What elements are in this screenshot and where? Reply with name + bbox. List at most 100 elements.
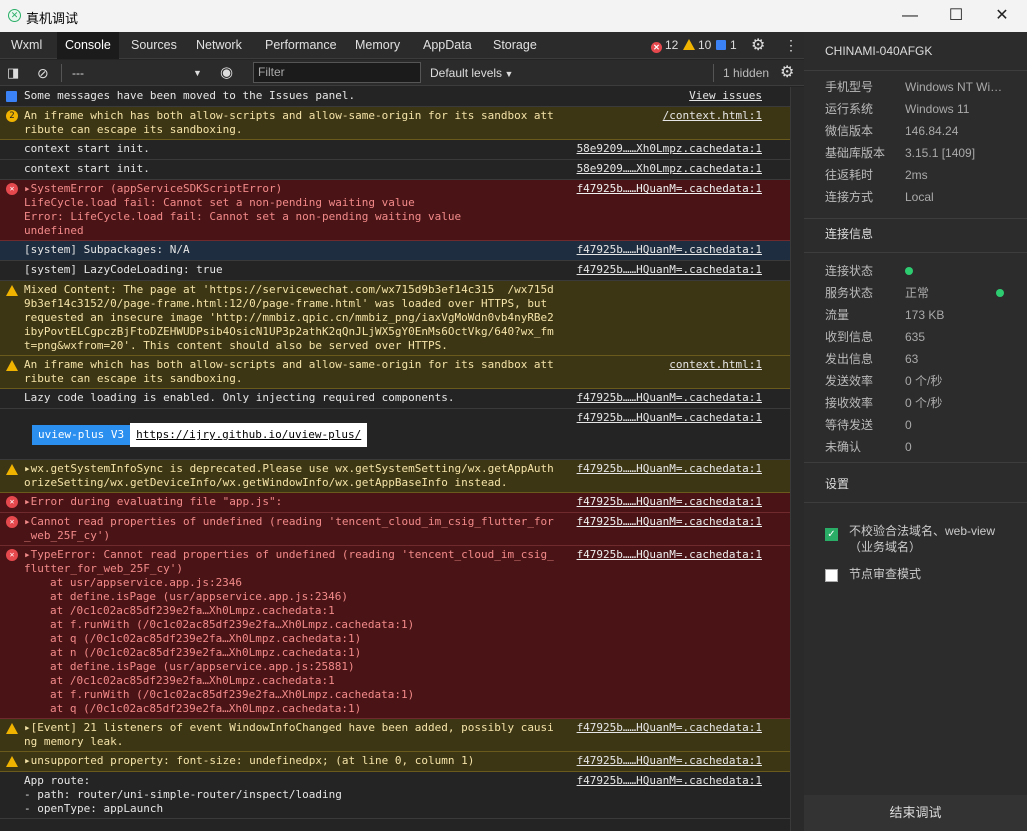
console-message[interactable]: An iframe which has both allow-scripts a… bbox=[0, 356, 790, 389]
message-text: An iframe which has both allow-scripts a… bbox=[24, 358, 554, 385]
console-message[interactable]: uview-plus V3 https://ijry.github.io/uvie… bbox=[0, 409, 790, 460]
console-message[interactable]: Some messages have been moved to the Iss… bbox=[0, 87, 790, 107]
console-message[interactable]: ✕ ▸SystemError (appServiceSDKScriptError)… bbox=[0, 180, 790, 241]
chevron-down-icon[interactable]: ▼ bbox=[193, 60, 202, 86]
warning-icon bbox=[6, 756, 18, 767]
console-message[interactable]: ▸[Event] 21 listeners of event WindowInf… bbox=[0, 719, 790, 752]
console-scrollbar[interactable] bbox=[790, 87, 804, 831]
filter-input[interactable]: Filter bbox=[253, 62, 421, 83]
stack-frame[interactable]: at /0c1c02ac85df239e2fa…Xh0Lmpz.cachedat… bbox=[24, 674, 558, 688]
eye-icon[interactable]: ◉ bbox=[220, 60, 233, 86]
minimize-button[interactable]: — bbox=[887, 0, 933, 32]
tab-sources[interactable]: Sources bbox=[123, 32, 185, 59]
warning-icon bbox=[6, 464, 18, 475]
info-row: 连接状态 bbox=[825, 262, 1020, 280]
console-message[interactable]: Lazy code loading is enabled. Only injec… bbox=[0, 389, 790, 409]
info-value: 0 bbox=[905, 440, 912, 454]
source-link[interactable]: /context.html:1 bbox=[663, 109, 762, 123]
more-icon[interactable]: ⋮ bbox=[784, 32, 798, 59]
source-link[interactable]: context.html:1 bbox=[669, 358, 762, 372]
info-value: 146.84.24 bbox=[905, 124, 959, 138]
tab-console[interactable]: Console bbox=[57, 32, 119, 59]
info-key: 往返耗时 bbox=[825, 168, 874, 182]
error-count-badge[interactable]: ✕ 12 bbox=[651, 32, 678, 59]
levels-select[interactable]: Default levels ▼ bbox=[430, 60, 513, 86]
stack-frame[interactable]: at n (/0c1c02ac85df239e2fa…Xh0Lmpz.cache… bbox=[24, 646, 558, 660]
console-settings-icon[interactable]: ⚙ bbox=[780, 60, 794, 86]
console-message[interactable]: context start init. 58e9209……Xh0Lmpz.cach… bbox=[0, 140, 790, 160]
console-message[interactable]: ✕ ▸Cannot read properties of undefined (r… bbox=[0, 513, 790, 546]
context-select[interactable]: --- bbox=[72, 60, 84, 86]
close-button[interactable]: ✕ bbox=[979, 0, 1025, 32]
tab-memory[interactable]: Memory bbox=[347, 32, 408, 59]
uview-link[interactable]: https://ijry.github.io/uview-plus/ bbox=[130, 423, 368, 447]
sidebar-toggle-icon[interactable]: ◨ bbox=[7, 60, 19, 86]
skip-domain-check-checkbox[interactable]: ✓ bbox=[825, 528, 838, 541]
connection-info-title: 连接信息 bbox=[825, 227, 874, 241]
stack-frame[interactable]: at f.runWith (/0c1c02ac85df239e2fa…Xh0Lm… bbox=[24, 688, 558, 702]
source-link[interactable]: 58e9209……Xh0Lmpz.cachedata:1 bbox=[577, 162, 762, 176]
source-link[interactable]: 58e9209……Xh0Lmpz.cachedata:1 bbox=[577, 142, 762, 156]
message-text: Lazy code loading is enabled. Only injec… bbox=[24, 391, 455, 404]
stack-frame[interactable]: at usr/appservice.app.js:2346 bbox=[24, 576, 558, 590]
info-key: 手机型号 bbox=[825, 80, 874, 94]
info-row: 手机型号 Windows NT Wi… bbox=[825, 78, 1020, 96]
tab-wxml[interactable]: Wxml bbox=[3, 32, 50, 59]
source-link[interactable]: f47925b……HQuanM=.cachedata:1 bbox=[577, 548, 762, 562]
divider bbox=[713, 64, 714, 82]
source-link[interactable]: f47925b……HQuanM=.cachedata:1 bbox=[577, 721, 762, 735]
stack-frame[interactable]: at define.isPage (usr/appservice.app.js:… bbox=[24, 660, 558, 674]
end-debug-button[interactable]: 结束调试 bbox=[804, 795, 1027, 831]
info-key: 基础库版本 bbox=[825, 146, 886, 160]
connection-status-dot bbox=[905, 267, 913, 275]
stack-frame[interactable]: at define.isPage (usr/appservice.app.js:… bbox=[24, 590, 558, 604]
console-message[interactable]: ✕ ▸TypeError: Cannot read properties of u… bbox=[0, 546, 790, 719]
source-link[interactable]: f47925b……HQuanM=.cachedata:1 bbox=[577, 774, 762, 788]
tab-network[interactable]: Network bbox=[188, 32, 250, 59]
tab-appdata[interactable]: AppData bbox=[415, 32, 480, 59]
warning-count-badge[interactable]: 10 bbox=[683, 32, 711, 59]
console-message[interactable]: ▸unsupported property: font-size: undefi… bbox=[0, 752, 790, 772]
info-icon bbox=[716, 40, 726, 50]
info-count-badge[interactable]: 1 bbox=[716, 32, 737, 59]
issues-info-icon bbox=[6, 91, 17, 102]
source-link[interactable]: f47925b……HQuanM=.cachedata:1 bbox=[577, 754, 762, 768]
tab-storage[interactable]: Storage bbox=[485, 32, 545, 59]
console-message[interactable]: [system] Subpackages: N/A f47925b……HQuanM… bbox=[0, 241, 790, 261]
stack-frame[interactable]: at q (/0c1c02ac85df239e2fa…Xh0Lmpz.cache… bbox=[24, 702, 558, 716]
info-value: 0 bbox=[905, 418, 912, 432]
source-link[interactable]: f47925b……HQuanM=.cachedata:1 bbox=[577, 243, 762, 257]
warning-icon bbox=[6, 285, 18, 296]
tab-performance[interactable]: Performance bbox=[257, 32, 345, 59]
source-link[interactable]: f47925b……HQuanM=.cachedata:1 bbox=[577, 462, 762, 476]
console-message[interactable]: context start init. 58e9209……Xh0Lmpz.cach… bbox=[0, 160, 790, 180]
console-message[interactable]: ✕ ▸Error during evaluating file "app.js":… bbox=[0, 493, 790, 513]
source-link[interactable]: View issues bbox=[689, 89, 762, 103]
source-link[interactable]: f47925b……HQuanM=.cachedata:1 bbox=[577, 263, 762, 277]
source-link[interactable]: f47925b……HQuanM=.cachedata:1 bbox=[577, 515, 762, 529]
source-link[interactable]: f47925b……HQuanM=.cachedata:1 bbox=[577, 391, 762, 405]
divider bbox=[804, 70, 1027, 71]
console-message[interactable]: App route: - path: router/uni-simple-rou… bbox=[0, 772, 790, 819]
clear-console-icon[interactable]: ⊘ bbox=[37, 60, 49, 86]
device-panel: CHINAMI-040AFGK 手机型号 Windows NT Wi… 运行系统 Wi… bbox=[804, 32, 1027, 831]
source-link[interactable]: f47925b……HQuanM=.cachedata:1 bbox=[577, 411, 762, 425]
maximize-button[interactable]: ☐ bbox=[933, 0, 979, 32]
source-link[interactable]: f47925b……HQuanM=.cachedata:1 bbox=[577, 495, 762, 509]
title-bar: ✕ 真机调试 — ☐ ✕ bbox=[0, 0, 1027, 32]
stack-frame[interactable]: at f.runWith (/0c1c02ac85df239e2fa…Xh0Lm… bbox=[24, 618, 558, 632]
info-key: 收到信息 bbox=[825, 330, 874, 344]
message-text: context start init. bbox=[24, 162, 150, 175]
node-inspect-checkbox[interactable] bbox=[825, 569, 838, 582]
gear-icon[interactable]: ⚙ bbox=[751, 32, 765, 59]
console-message[interactable]: Mixed Content: The page at 'https://serv… bbox=[0, 281, 790, 356]
info-value: 63 bbox=[905, 352, 919, 366]
console-message[interactable]: 2 An iframe which has both allow-scripts … bbox=[0, 107, 790, 140]
stack-frame[interactable]: at /0c1c02ac85df239e2fa…Xh0Lmpz.cachedat… bbox=[24, 604, 558, 618]
message-text: ▸unsupported property: font-size: undefi… bbox=[24, 754, 475, 767]
source-link[interactable]: f47925b……HQuanM=.cachedata:1 bbox=[577, 182, 762, 196]
console-message[interactable]: [system] LazyCodeLoading: true f47925b……H… bbox=[0, 261, 790, 281]
console-message[interactable]: ▸wx.getSystemInfoSync is deprecated.Plea… bbox=[0, 460, 790, 493]
info-value: Windows 11 bbox=[905, 102, 970, 116]
stack-frame[interactable]: at q (/0c1c02ac85df239e2fa…Xh0Lmpz.cache… bbox=[24, 632, 558, 646]
